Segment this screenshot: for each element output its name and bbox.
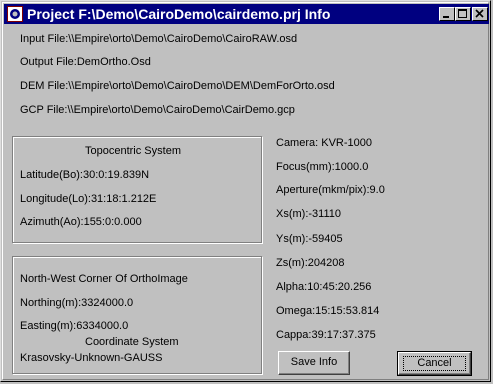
camera-value: Camera: KVR-1000 (276, 137, 372, 149)
latitude-value: Latitude(Bo):30:0:19.839N (20, 169, 150, 181)
zs-value: Zs(m):204208 (276, 257, 345, 269)
coordinate-system-heading: Coordinate System (85, 336, 179, 348)
save-info-button[interactable]: Save Info (278, 351, 350, 375)
close-icon (475, 9, 484, 18)
minimize-icon (443, 16, 449, 18)
northing-value: Northing(m):3324000.0 (20, 297, 134, 309)
aperture-value: Aperture(mkm/pix):9.0 (276, 184, 385, 196)
azimuth-value: Azimuth(Ao):155:0:0.000 (20, 216, 142, 228)
focus-value: Focus(mm):1000.0 (276, 161, 369, 173)
project-info-window: Project F:\Demo\CairoDemo\cairdemo.prj I… (0, 0, 491, 382)
maximize-icon (458, 9, 467, 18)
topocentric-heading: Topocentric System (85, 145, 181, 157)
minimize-button[interactable] (439, 7, 455, 21)
omega-value: Omega:15:15:53.814 (276, 305, 380, 317)
close-button[interactable] (472, 7, 488, 21)
cappa-value: Cappa:39:17:37.375 (276, 329, 376, 341)
input-file-label: Input File:\\Empire\orto\Demo\CairoDemo\… (20, 33, 298, 45)
gcp-file-label: GCP File:\\Empire\orto\Demo\CairoDemo\Ca… (20, 104, 295, 116)
easting-value: Easting(m):6334000.0 (20, 320, 129, 332)
app-icon[interactable] (7, 6, 23, 22)
save-info-label: Save Info (290, 356, 338, 368)
longitude-value: Longitude(Lo):31:18:1.212E (20, 193, 157, 205)
output-file-label: Output File:DemOrtho.Osd (20, 56, 151, 68)
cancel-button[interactable]: Cancel (397, 351, 472, 376)
window-title: Project F:\Demo\CairoDemo\cairdemo.prj I… (27, 6, 331, 22)
focus-indicator (403, 356, 466, 371)
orthoimage-heading: North-West Corner Of OrthoImage (20, 273, 188, 285)
dem-file-label: DEM File:\\Empire\orto\Demo\CairoDemo\DE… (20, 80, 335, 92)
maximize-button[interactable] (455, 7, 471, 21)
ys-value: Ys(m):-59405 (276, 233, 343, 245)
coordinate-system-value: Krasovsky-Unknown-GAUSS (20, 352, 163, 364)
title-bar[interactable]: Project F:\Demo\CairoDemo\cairdemo.prj I… (4, 4, 489, 24)
xs-value: Xs(m):-31110 (276, 208, 342, 220)
alpha-value: Alpha:10:45:20.256 (276, 281, 372, 293)
